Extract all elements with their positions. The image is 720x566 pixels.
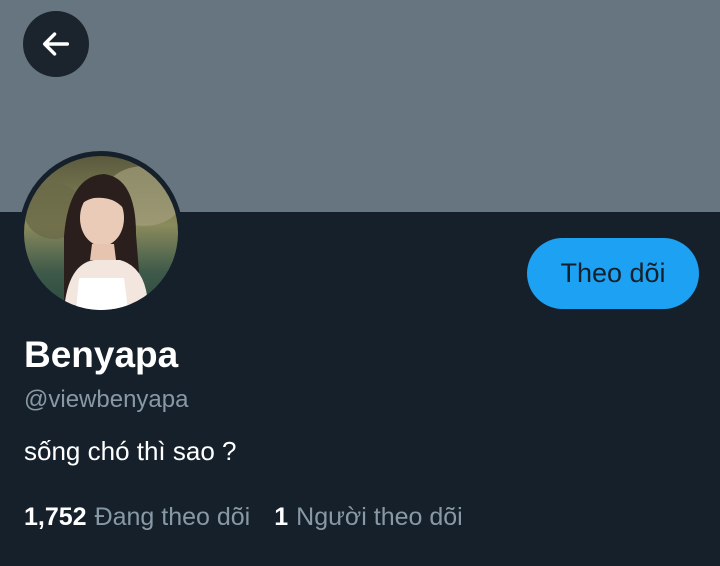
- display-name: Benyapa: [24, 334, 179, 375]
- user-handle: @viewbenyapa: [24, 386, 189, 413]
- follow-button[interactable]: Theo dõi: [527, 238, 699, 309]
- avatar[interactable]: [19, 151, 183, 315]
- following-label: Đang theo dõi: [94, 503, 251, 531]
- followers-stat[interactable]: 1 Người theo dõi: [274, 503, 462, 532]
- profile-photo: [24, 156, 178, 310]
- followers-label: Người theo dõi: [296, 503, 463, 531]
- following-stat[interactable]: 1,752 Đang theo dõi: [24, 503, 250, 532]
- arrow-left-icon: [42, 32, 70, 56]
- followers-count: 1: [274, 503, 289, 531]
- following-count: 1,752: [24, 503, 87, 531]
- back-button[interactable]: [23, 11, 89, 77]
- profile-bio: sống chó thì sao ?: [24, 436, 237, 466]
- profile-stats: 1,752 Đang theo dõi 1 Người theo dõi: [24, 503, 463, 532]
